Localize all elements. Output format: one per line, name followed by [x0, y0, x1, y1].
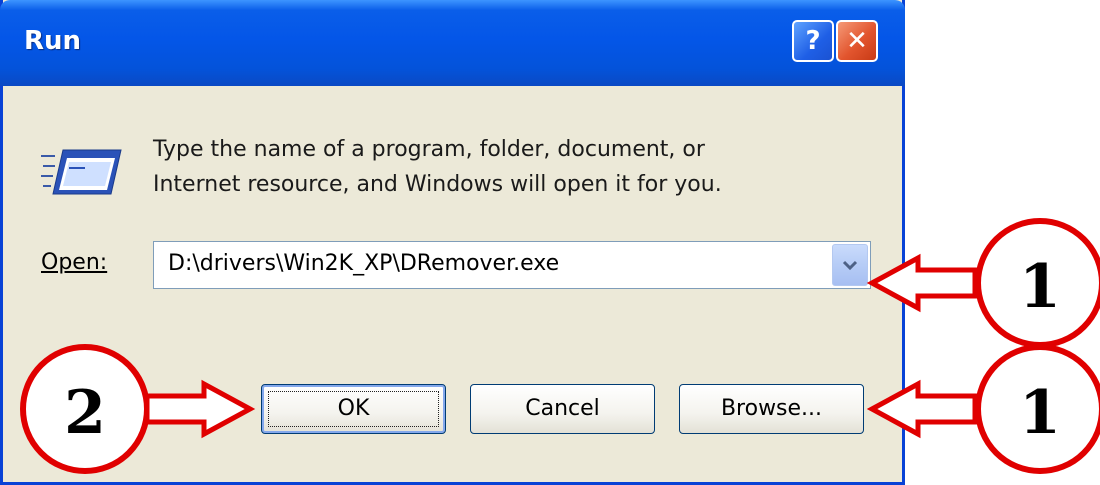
- annotation-overlay: 1 1 2: [20, 218, 1100, 474]
- marker-1-combobox: 1: [975, 218, 1100, 348]
- arrow-to-browse: [866, 379, 978, 439]
- marker-2-ok: 2: [20, 344, 150, 474]
- marker-2-ok-label: 2: [64, 378, 106, 448]
- marker-1-combobox-label: 1: [1019, 252, 1061, 322]
- marker-1-browse-label: 1: [1019, 378, 1061, 448]
- arrow-to-ok: [144, 379, 256, 439]
- arrow-to-combobox: [866, 253, 978, 313]
- marker-1-browse: 1: [975, 344, 1100, 474]
